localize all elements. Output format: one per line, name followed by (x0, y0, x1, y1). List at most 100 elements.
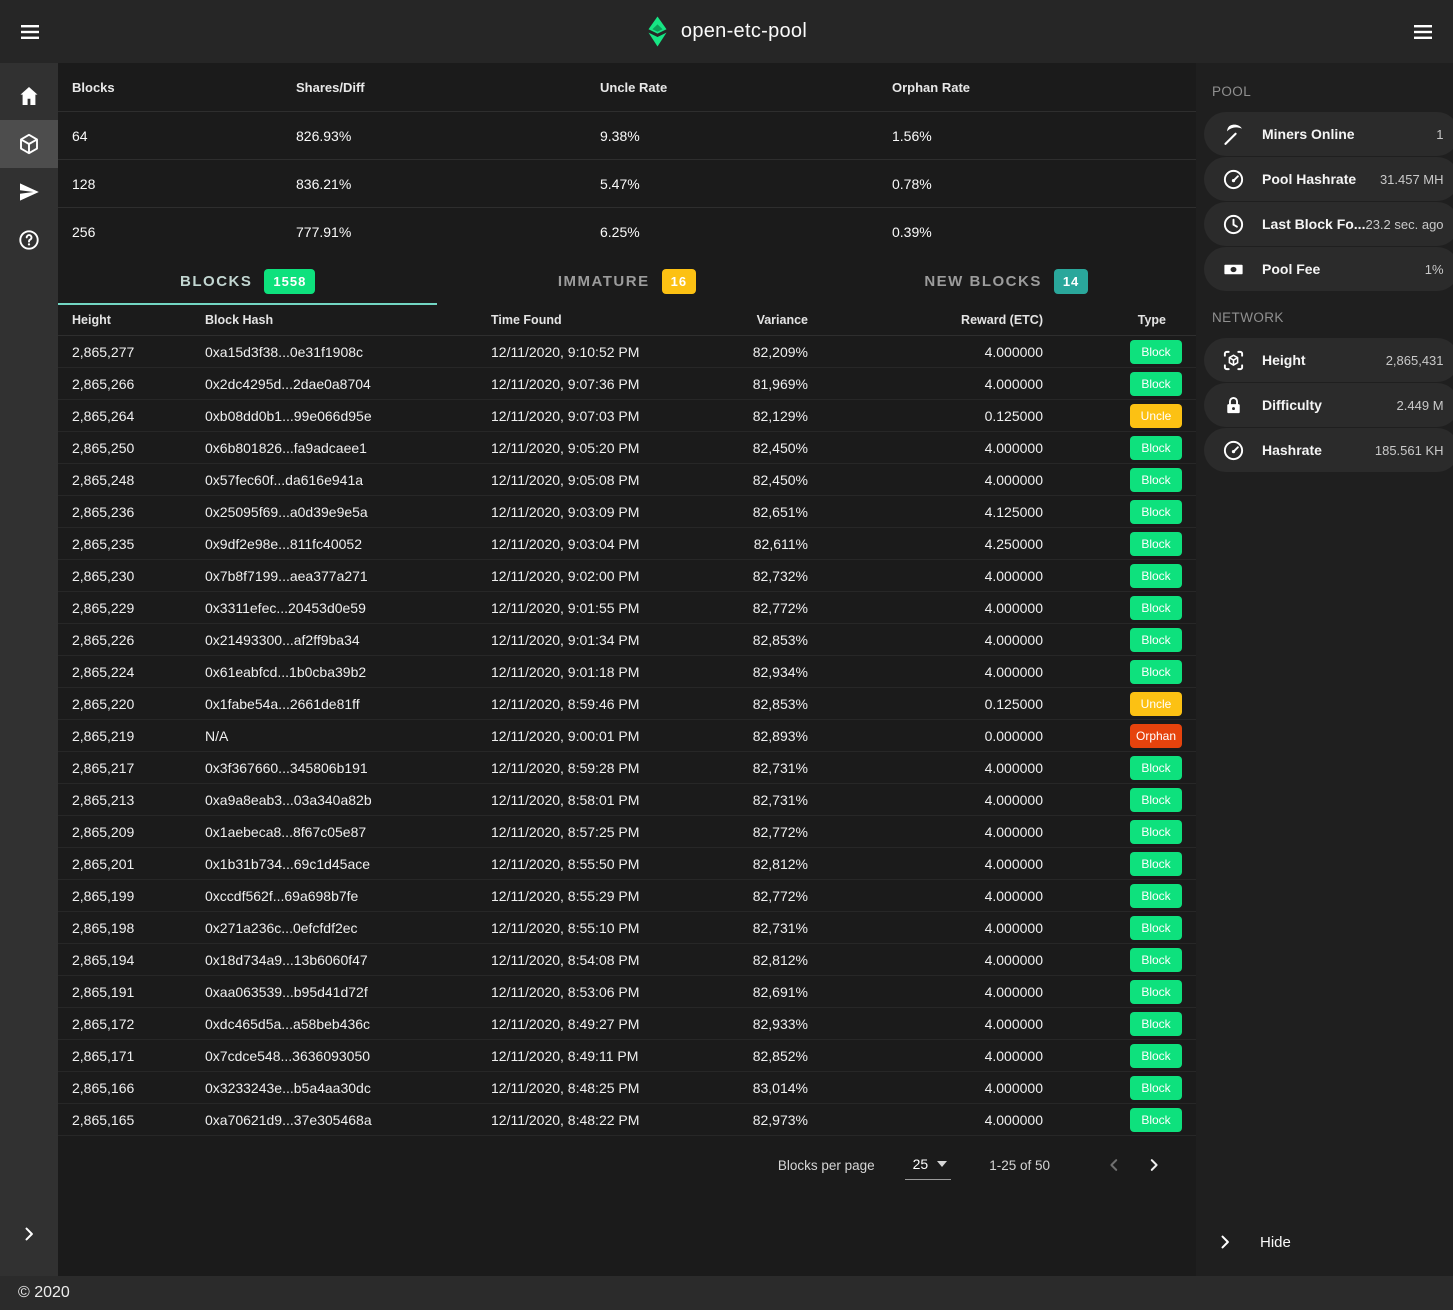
stats-orphan-value: 1.56% (892, 128, 1182, 144)
hide-panel-button[interactable]: Hide (1196, 1218, 1453, 1266)
chevron-right-icon (1145, 1156, 1163, 1174)
block-height: 2,865,235 (72, 536, 205, 552)
block-height: 2,865,248 (72, 472, 205, 488)
block-variance: 82,772% (651, 888, 808, 904)
block-time-found: 12/11/2020, 8:49:27 PM (491, 1016, 651, 1032)
nav-item-blocks[interactable] (0, 120, 58, 168)
nav-item-home[interactable] (0, 72, 58, 120)
body-row: Blocks Shares/Diff Uncle Rate Orphan Rat… (0, 63, 1453, 1276)
block-reward: 4.000000 (808, 792, 1043, 808)
block-type-badge: Block (1130, 340, 1182, 364)
block-type-badge: Block (1130, 980, 1182, 1004)
stat-label: Difficulty (1262, 397, 1322, 413)
stats-header-uncle: Uncle Rate (600, 80, 892, 95)
block-type-badge: Block (1130, 628, 1182, 652)
tab-immature[interactable]: IMMATURE 16 (437, 260, 816, 305)
block-time-found: 12/11/2020, 9:07:03 PM (491, 408, 651, 424)
block-type-badge: Block (1130, 1108, 1182, 1132)
block-row: 2,865,264 0xb08dd0b1...99e066d95e 12/11/… (58, 400, 1196, 432)
block-hash: 0x7cdce548...3636093050 (205, 1048, 491, 1064)
tab-immature-count-badge: 16 (662, 269, 696, 294)
stats-row: 256 777.91% 6.25% 0.39% (58, 207, 1196, 255)
block-variance: 82,732% (651, 568, 808, 584)
block-type-badge: Block (1130, 820, 1182, 844)
block-reward: 4.000000 (808, 856, 1043, 872)
help-icon (17, 228, 41, 252)
tab-blocks-label: BLOCKS (180, 273, 252, 290)
block-hash: N/A (205, 728, 491, 744)
prev-page-button[interactable] (1094, 1145, 1134, 1185)
nav-expand-button[interactable] (0, 1210, 58, 1258)
stats-blocks-value: 128 (72, 176, 296, 192)
block-time-found: 12/11/2020, 9:05:20 PM (491, 440, 651, 456)
block-time-found: 12/11/2020, 9:01:34 PM (491, 632, 651, 648)
block-reward: 4.000000 (808, 888, 1043, 904)
menu-right-button[interactable] (1395, 0, 1451, 63)
block-reward: 4.000000 (808, 952, 1043, 968)
block-row: 2,865,209 0x1aebeca8...8f67c05e87 12/11/… (58, 816, 1196, 848)
tab-blocks[interactable]: BLOCKS 1558 (58, 260, 437, 305)
block-height: 2,865,219 (72, 728, 205, 744)
block-reward: 4.000000 (808, 920, 1043, 936)
block-height: 2,865,226 (72, 632, 205, 648)
block-variance: 82,933% (651, 1016, 808, 1032)
block-height: 2,865,213 (72, 792, 205, 808)
block-hash: 0x21493300...af2ff9ba34 (205, 632, 491, 648)
nav-item-help[interactable] (0, 216, 58, 264)
block-hash: 0x271a236c...0efcfdf2ec (205, 920, 491, 936)
stat-label: Height (1262, 352, 1306, 368)
stats-blocks-value: 64 (72, 128, 296, 144)
block-reward: 4.125000 (808, 504, 1043, 520)
next-page-button[interactable] (1134, 1145, 1174, 1185)
block-type-badge: Block (1130, 788, 1182, 812)
block-row: 2,865,172 0xdc465d5a...a58beb436c 12/11/… (58, 1008, 1196, 1040)
block-time-found: 12/11/2020, 9:03:04 PM (491, 536, 651, 552)
block-row: 2,865,277 0xa15d3f38...0e31f1908c 12/11/… (58, 336, 1196, 368)
tab-blocks-count-badge: 1558 (264, 269, 315, 294)
block-hash: 0xdc465d5a...a58beb436c (205, 1016, 491, 1032)
block-time-found: 12/11/2020, 8:58:01 PM (491, 792, 651, 808)
block-hash: 0x1b31b734...69c1d45ace (205, 856, 491, 872)
stat-pool-fee: Pool Fee 1% (1204, 247, 1453, 291)
app-root: open-etc-pool (0, 0, 1453, 1310)
block-variance: 82,651% (651, 504, 808, 520)
stat-value: 2,865,431 (1386, 353, 1453, 368)
block-height: 2,865,209 (72, 824, 205, 840)
block-hash: 0xa9a8eab3...03a340a82b (205, 792, 491, 808)
etc-logo-icon (646, 16, 669, 47)
stat-last-block-found: Last Block Fo... 23.2 sec. ago (1204, 202, 1453, 246)
block-reward: 4.250000 (808, 536, 1043, 552)
clock-icon (1222, 213, 1245, 236)
block-row: 2,865,236 0x25095f69...a0d39e9e5a 12/11/… (58, 496, 1196, 528)
copyright-text: © 2020 (18, 1284, 70, 1302)
block-hash: 0x3233243e...b5a4aa30dc (205, 1080, 491, 1096)
block-variance: 82,731% (651, 760, 808, 776)
block-hash: 0x9df2e98e...811fc40052 (205, 536, 491, 552)
block-time-found: 12/11/2020, 9:01:18 PM (491, 664, 651, 680)
block-hash: 0x7b8f7199...aea377a271 (205, 568, 491, 584)
col-header-variance: Variance (651, 313, 808, 327)
menu-left-button[interactable] (2, 0, 58, 63)
stat-value: 185.561 KH (1375, 443, 1453, 458)
block-reward: 4.000000 (808, 472, 1043, 488)
tab-new-blocks[interactable]: NEW BLOCKS 14 (817, 260, 1196, 305)
block-hash: 0x25095f69...a0d39e9e5a (205, 504, 491, 520)
stat-value: 1 (1436, 127, 1453, 142)
stats-uncle-value: 5.47% (600, 176, 892, 192)
stat-miners-online: Miners Online 1 (1204, 112, 1453, 156)
stat-value: 31.457 MH (1380, 172, 1453, 187)
block-type-badge: Block (1130, 500, 1182, 524)
block-row: 2,865,235 0x9df2e98e...811fc40052 12/11/… (58, 528, 1196, 560)
block-time-found: 12/11/2020, 8:59:46 PM (491, 696, 651, 712)
stats-uncle-value: 9.38% (600, 128, 892, 144)
nav-item-payments[interactable] (0, 168, 58, 216)
per-page-select[interactable]: 25 (905, 1150, 952, 1180)
stat-network-height: Height 2,865,431 (1204, 338, 1453, 382)
stats-blocks-value: 256 (72, 224, 296, 240)
block-type-badge: Block (1130, 468, 1182, 492)
block-height: 2,865,165 (72, 1112, 205, 1128)
block-hash: 0x3311efec...20453d0e59 (205, 600, 491, 616)
block-variance: 82,772% (651, 600, 808, 616)
block-type-badge: Block (1130, 756, 1182, 780)
main-content: Blocks Shares/Diff Uncle Rate Orphan Rat… (58, 63, 1196, 1276)
